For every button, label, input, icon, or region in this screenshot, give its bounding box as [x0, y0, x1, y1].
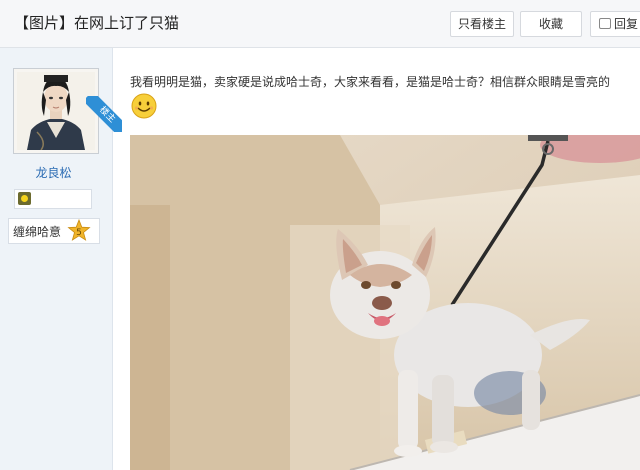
husky-puppy-photo	[130, 135, 640, 470]
only-op-button[interactable]: 只看楼主	[450, 11, 514, 37]
post-title: 【图片】在网上订了只猫	[14, 14, 180, 32]
member-badge[interactable]	[14, 189, 92, 209]
author-panel: 楼主 龙良松 缠绵哈意 5	[0, 48, 122, 470]
post-image[interactable]	[130, 135, 640, 470]
post-header: 【图片】在网上订了只猫 只看楼主 收藏 回复	[0, 0, 640, 48]
level-number: 5	[76, 228, 82, 238]
reply-button[interactable]: 回复	[590, 11, 640, 37]
post-text: 我看明明是猫，卖家硬是说成哈士奇，大家来看看，是猫是哈士奇？相信群众眼睛是雪亮的	[130, 75, 611, 89]
reply-button-label: 回复	[614, 17, 639, 31]
member-badge-icon	[18, 192, 31, 205]
level-star-icon: 5	[67, 219, 91, 241]
reply-icon	[599, 18, 611, 29]
op-ribbon: 楼主	[86, 96, 122, 132]
favorite-button[interactable]: 收藏	[520, 11, 582, 37]
username-link[interactable]: 龙良松	[0, 164, 107, 181]
level-name: 缠绵哈意	[13, 225, 62, 239]
op-ribbon-label: 楼主	[86, 96, 122, 132]
smiley-emoticon	[131, 93, 157, 119]
level-badge[interactable]: 缠绵哈意 5	[8, 218, 100, 244]
